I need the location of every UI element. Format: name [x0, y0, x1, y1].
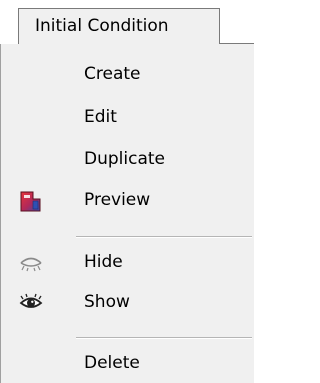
menu-item-show[interactable]: Show — [1, 284, 254, 320]
menu-item-label: Hide — [84, 252, 123, 272]
menu-item-label: Show — [84, 292, 130, 312]
menu-item-label: Preview — [84, 190, 151, 210]
tab-label: Initial Condition — [35, 16, 169, 36]
menu-item-label: Create — [84, 64, 141, 84]
preview-icon — [19, 190, 43, 212]
menu-item-hide[interactable]: Hide — [1, 244, 254, 280]
menu-item-preview[interactable]: Preview — [1, 182, 254, 218]
context-menu: Create Edit Duplicate Preview Hide Show … — [0, 44, 254, 383]
menu-item-delete[interactable]: Delete — [1, 345, 254, 381]
menu-separator — [76, 236, 252, 238]
menu-item-create[interactable]: Create — [1, 56, 254, 92]
tab-initial-condition[interactable]: Initial Condition — [18, 8, 220, 44]
menu-separator — [76, 337, 252, 339]
menu-item-edit[interactable]: Edit — [1, 99, 254, 135]
menu-item-label: Edit — [84, 107, 117, 127]
eye-closed-icon — [19, 252, 43, 272]
menu-item-label: Duplicate — [84, 149, 165, 169]
menu-item-label: Delete — [84, 353, 140, 373]
eye-open-icon — [19, 292, 43, 312]
menu-item-duplicate[interactable]: Duplicate — [1, 141, 254, 177]
